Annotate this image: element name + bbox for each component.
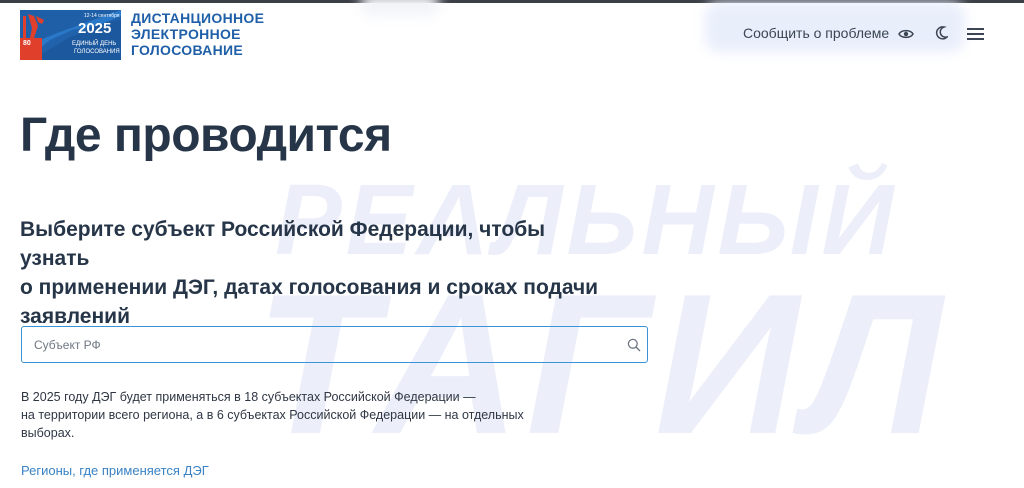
- menu-icon[interactable]: [967, 27, 984, 41]
- region-search-input[interactable]: [22, 327, 617, 362]
- logo-anniversary: 80: [23, 40, 31, 47]
- regions-link[interactable]: Регионы, где применяется ДЭГ: [21, 463, 209, 478]
- subheading-line: Выберите субъект Российской Федерации, ч…: [20, 218, 546, 270]
- site-title-line: ДИСТАНЦИОННОЕ: [131, 10, 265, 26]
- info-line: выборах.: [21, 426, 75, 440]
- logo-subtitle: ГОЛОСОВАНИЯ: [74, 49, 120, 55]
- info-line: В 2025 году ДЭГ будет применяться в 18 с…: [21, 390, 476, 404]
- site-title-line: ЭЛЕКТРОННОЕ: [131, 26, 241, 42]
- site-title-line: ГОЛОСОВАНИЕ: [131, 42, 243, 58]
- info-line: на территории всего региона, а в 6 субъе…: [21, 408, 524, 422]
- moon-icon[interactable]: [935, 26, 950, 40]
- site-header: 12-14 сентября 2025 ЕДИНЫЙ ДЕНЬ ГОЛОСОВА…: [0, 3, 1024, 63]
- logo-subtitle: ЕДИНЫЙ ДЕНЬ: [72, 41, 117, 47]
- site-title-link[interactable]: ДИСТАНЦИОННОЕ ЭЛЕКТРОННОЕ ГОЛОСОВАНИЕ: [131, 10, 281, 58]
- subheading-line: о применении ДЭГ, датах голосования и ср…: [20, 276, 599, 299]
- region-search: [21, 326, 648, 363]
- search-icon[interactable]: [627, 338, 641, 352]
- logo-badge[interactable]: 12-14 сентября 2025 ЕДИНЫЙ ДЕНЬ ГОЛОСОВА…: [20, 10, 121, 60]
- logo-dates: 12-14 сентября: [84, 13, 120, 19]
- info-text: В 2025 году ДЭГ будет применяться в 18 с…: [21, 388, 581, 442]
- logo-year: 2025: [78, 20, 112, 37]
- page-title: Где проводится: [20, 109, 392, 162]
- report-problem-link[interactable]: Сообщить о проблеме: [743, 25, 889, 41]
- section-subheading: Выберите субъект Российской Федерации, ч…: [20, 215, 610, 331]
- eye-icon[interactable]: [898, 27, 914, 39]
